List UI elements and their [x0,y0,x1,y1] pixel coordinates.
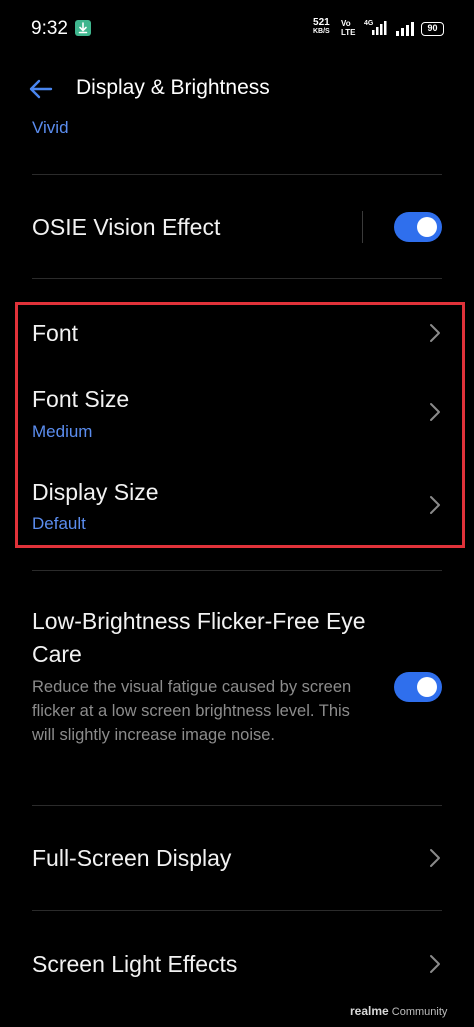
toggle-knob [417,217,437,237]
osie-vision-toggle[interactable] [394,212,442,242]
volte-line1: Vo [341,19,351,28]
osie-vision-label: OSIE Vision Effect [32,214,221,240]
divider [32,910,442,911]
full-screen-display-label: Full-Screen Display [32,845,232,871]
flicker-free-description: Reduce the visual fatigue caused by scre… [32,678,352,744]
battery-icon: 90 [421,22,444,36]
divider [32,805,442,806]
flicker-free-toggle[interactable] [394,672,442,702]
chevron-right-icon [430,955,440,973]
page-title: Display & Brightness [76,76,270,99]
flicker-free-title-line1: Low-Brightness Flicker-Free Eye [32,608,366,634]
signal-4g-icon: 4G [364,20,387,35]
network-type: 4G [364,20,374,27]
row-separator [362,211,363,243]
net-speed-value: 521 [313,17,330,28]
download-icon [75,20,91,36]
status-bar: 9:32 521 KB/S Vo LTE 4G 90 [0,0,474,58]
highlight-box [15,302,465,548]
volte-indicator: Vo LTE [341,19,356,37]
app-bar: Display & Brightness [0,58,474,120]
watermark-brand: realme [350,1004,389,1018]
watermark-text: Community [391,1006,448,1018]
signal-bars-icon [396,22,414,36]
net-speed-unit: KB/S [313,28,330,35]
volte-line2: LTE [341,28,356,37]
divider [32,174,442,175]
watermark: realme Community [350,1004,447,1018]
battery-level: 90 [427,23,438,33]
divider [32,278,442,279]
status-time: 9:32 [31,18,68,39]
toggle-knob [417,677,437,697]
net-speed-indicator: 521 KB/S [313,18,330,36]
back-arrow-icon[interactable] [26,74,56,104]
screen-light-effects-label: Screen Light Effects [32,951,238,977]
divider [32,570,442,571]
chevron-right-icon [430,849,440,867]
screen-mode-value: Vivid [32,118,69,137]
flicker-free-title-line2: Care [32,641,82,667]
